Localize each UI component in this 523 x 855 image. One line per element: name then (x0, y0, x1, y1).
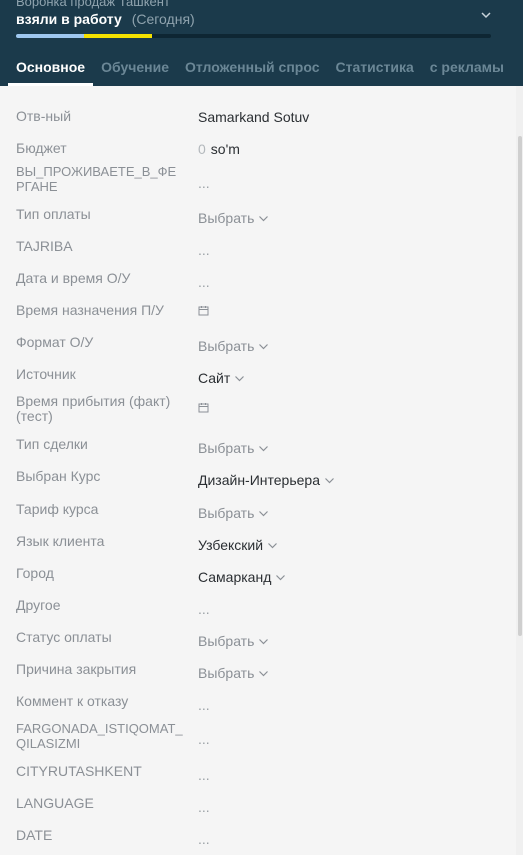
tariff-select[interactable]: Выбрать (198, 505, 269, 521)
select-label: Выбрать (198, 505, 255, 521)
field-label: Бюджет (16, 140, 67, 156)
date-input[interactable]: ... (198, 831, 210, 847)
status-date: (Сегодня) (131, 11, 195, 27)
field-label: Отв-ный (16, 108, 72, 124)
refusal-comment-input[interactable]: ... (198, 697, 210, 713)
tab-bar: Основное Обучение Отложенный спрос Стати… (8, 54, 512, 86)
lead-header: Воронка продаж Ташкент взяли в работу (С… (0, 0, 523, 86)
pu-time-picker[interactable] (198, 305, 209, 316)
chevron-down-icon (268, 542, 278, 548)
tab-statistics[interactable]: Статистика (327, 54, 421, 86)
field-label: Дата и время О/У (16, 270, 131, 286)
calendar-icon (198, 403, 209, 413)
chevron-down-icon (259, 510, 269, 516)
close-reason-select[interactable]: Выбрать (198, 665, 269, 681)
tab-from-ads[interactable]: с рекламы (422, 54, 512, 86)
field-label: Тип сделки (16, 436, 88, 452)
course-select[interactable]: Дизайн-Интерьера (198, 472, 335, 488)
chevron-down-icon (259, 445, 269, 451)
field-label: DATE (16, 827, 53, 843)
field-label: Тариф курса (16, 501, 99, 517)
field-label: Другое (16, 597, 61, 613)
lead-fields-panel: Отв-ный Samarkand Sotuv Бюджет 0 so'm ВЫ… (0, 86, 516, 855)
select-label: Самарканд (198, 569, 272, 585)
client-language-select[interactable]: Узбекский (198, 537, 278, 553)
field-label: Причина закрытия (16, 661, 137, 677)
select-label: Дизайн-Интерьера (198, 472, 320, 488)
progress-stage-done (16, 34, 84, 38)
city-select[interactable]: Самарканд (198, 569, 286, 585)
arrival-time-picker[interactable] (198, 402, 209, 413)
progress-stage-current (84, 34, 152, 38)
payment-type-select[interactable]: Выбрать (198, 210, 269, 226)
ou-datetime-input[interactable]: ... (198, 274, 210, 290)
field-label: ВЫ_ПРОЖИВАЕТЕ_В_ФЕРГАНЕ (16, 164, 177, 194)
responsible-value[interactable]: Samarkand Sotuv (198, 109, 309, 125)
language-input[interactable]: ... (198, 799, 210, 815)
select-label: Выбрать (198, 665, 255, 681)
ou-format-select[interactable]: Выбрать (198, 338, 269, 354)
chevron-down-icon (325, 477, 334, 483)
scrollbar-thumb[interactable] (518, 136, 522, 636)
calendar-icon (198, 306, 209, 316)
select-label: Выбрать (198, 633, 255, 649)
chevron-down-icon (259, 343, 269, 349)
chevron-down-icon (259, 638, 269, 644)
budget-currency: so'm (210, 141, 240, 157)
field-label: Статус оплаты (16, 629, 112, 645)
field-label: Коммент к отказу (16, 693, 129, 709)
field-label: LANGUAGE (16, 795, 94, 811)
other-input[interactable]: ... (198, 601, 210, 617)
field-label: Время назначения П/У (16, 302, 164, 318)
status-name: взяли в работу (16, 11, 122, 27)
field-label: CITYRUTASHKENT (16, 763, 142, 779)
chevron-down-icon (235, 375, 245, 381)
tab-deferred-demand[interactable]: Отложенный спрос (177, 54, 327, 86)
field-label: Тип оплаты (16, 206, 91, 222)
field-label: FARGONADA_ISTIQOMAT_QILASIZMI (16, 721, 183, 751)
tab-training[interactable]: Обучение (93, 54, 177, 86)
payment-status-select[interactable]: Выбрать (198, 633, 269, 649)
tab-main[interactable]: Основное (8, 54, 94, 86)
field-label: Выбран Курс (16, 468, 101, 484)
budget-input[interactable]: 0 so'm (198, 141, 240, 157)
chevron-down-icon (259, 215, 269, 221)
status-selector[interactable]: взяли в работу (Сегодня) (16, 11, 195, 27)
cityrutashkent-input[interactable]: ... (198, 767, 210, 783)
field-label: Время прибытия (факт) (тест) (16, 393, 171, 424)
select-label: Сайт (198, 370, 231, 386)
field-label: TAJRIBA (16, 238, 73, 254)
budget-amount: 0 (198, 141, 206, 157)
source-select[interactable]: Сайт (198, 370, 245, 386)
fargona-input[interactable]: ... (198, 731, 210, 747)
select-label: Узбекский (198, 537, 264, 553)
chevron-down-icon[interactable] (480, 9, 492, 21)
tajriba-input[interactable]: ... (198, 242, 210, 258)
field-label: Язык клиента (16, 533, 105, 549)
field-label: Формат О/У (16, 334, 94, 350)
select-label: Выбрать (198, 440, 255, 456)
chevron-down-icon (259, 670, 269, 676)
pipeline-progress-bar (16, 34, 491, 38)
select-label: Выбрать (198, 338, 255, 354)
field-label: Город (16, 565, 54, 581)
fergana-input[interactable]: ... (198, 175, 210, 191)
chevron-down-icon (276, 574, 286, 580)
field-label: Источник (16, 366, 76, 382)
deal-type-select[interactable]: Выбрать (198, 440, 269, 456)
pipeline-name: Воронка продаж Ташкент (16, 0, 170, 9)
select-label: Выбрать (198, 210, 255, 226)
fields-scrollbar[interactable] (516, 86, 523, 855)
